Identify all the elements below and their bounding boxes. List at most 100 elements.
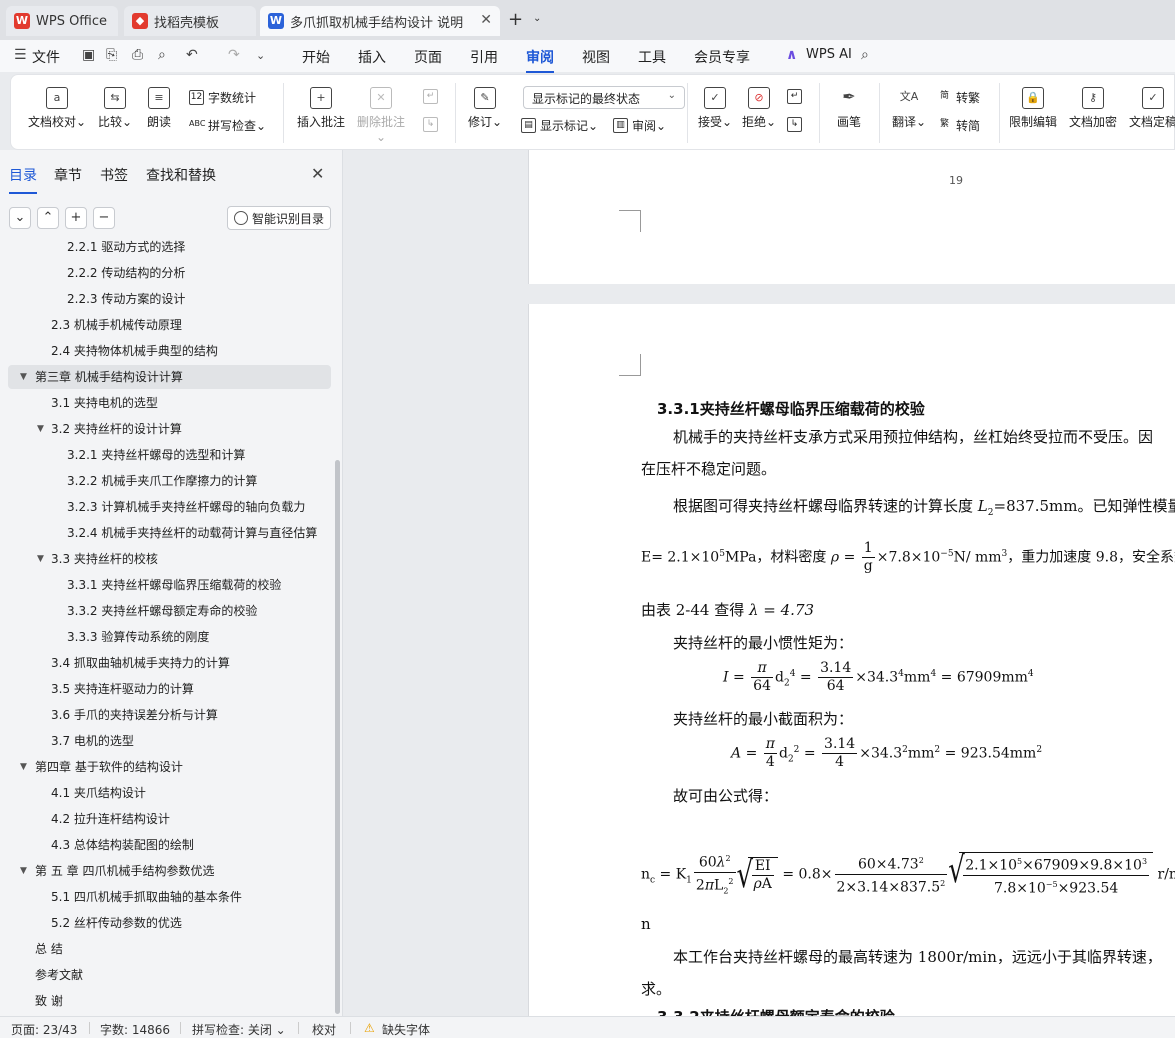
toc-item[interactable]: 3.3.1 夹持丝杆螺母临界压缩载荷的校验: [0, 573, 336, 597]
redo-icon[interactable]: ↷: [228, 47, 240, 63]
tab-document[interactable]: W 多爪抓取机械手结构设计 说明 ✕: [260, 6, 500, 36]
close-icon[interactable]: ✕: [311, 164, 324, 183]
next-change-button[interactable]: ↳: [787, 117, 806, 132]
menu-wps-ai[interactable]: WPS AI: [806, 47, 852, 62]
export-icon[interactable]: ⎘: [106, 47, 117, 63]
next-comment-button[interactable]: ↳: [423, 117, 442, 132]
collapse-arrow-icon[interactable]: ▼: [20, 755, 27, 779]
toc-item[interactable]: 参考文献: [0, 963, 336, 987]
print-preview-icon[interactable]: ⌕: [158, 47, 166, 63]
search-icon[interactable]: ⌕: [861, 47, 869, 63]
menu-insert[interactable]: 插入: [358, 47, 386, 67]
chevron-down-icon[interactable]: ⌄: [533, 13, 541, 24]
toc-item[interactable]: 3.3.2 夹持丝杆螺母额定寿命的校验: [0, 599, 336, 623]
toc-item[interactable]: 3.7 电机的选型: [0, 729, 336, 753]
prev-comment-button[interactable]: ↵: [423, 89, 442, 104]
toc-item[interactable]: 4.2 拉升连杆结构设计: [0, 807, 336, 831]
toc-item[interactable]: ▼ 第四章 基于软件的结构设计: [0, 755, 336, 779]
menu-home[interactable]: 开始: [302, 47, 330, 67]
add-icon[interactable]: +: [65, 207, 87, 229]
toc-item[interactable]: ▼ 第三章 机械手结构设计计算: [8, 365, 331, 389]
toc-item[interactable]: 3.4 抓取曲轴机械手夹持力的计算: [0, 651, 336, 675]
toc-item[interactable]: 3.5 夹持连杆驱动力的计算: [0, 677, 336, 701]
collapse-arrow-icon[interactable]: ▼: [20, 365, 27, 389]
toc-item[interactable]: 致 谢: [0, 989, 336, 1013]
toc-item[interactable]: 5.2 丝杆传动参数的优选: [0, 911, 336, 935]
proof-status[interactable]: 校对: [312, 1021, 336, 1038]
draw-button[interactable]: ✒ 画笔: [829, 87, 869, 130]
missing-font-status[interactable]: 缺失字体: [382, 1021, 430, 1038]
encrypt-button[interactable]: ⚷ 文档加密: [1067, 87, 1119, 130]
toc-item[interactable]: 3.2.1 夹持丝杆螺母的选型和计算: [0, 443, 336, 467]
tab-find-replace[interactable]: 查找和替换: [146, 165, 216, 185]
toc-item[interactable]: 3.2.3 计算机械手夹持丝杆螺母的轴向负载力: [0, 495, 336, 519]
remove-icon[interactable]: −: [93, 207, 115, 229]
collapse-arrow-icon[interactable]: ▼: [20, 859, 27, 883]
chevron-down-icon[interactable]: ⌄: [256, 49, 265, 62]
word-count[interactable]: 字数: 14866: [100, 1021, 170, 1038]
hamburger-icon[interactable]: ☰: [14, 47, 27, 63]
tab-bookmarks[interactable]: 书签: [100, 165, 128, 185]
spell-check-status[interactable]: 拼写检查: 关闭 ⌄: [192, 1021, 286, 1038]
tab-toc[interactable]: 目录: [9, 165, 37, 194]
doc-proof-button[interactable]: a 文档校对⌄: [25, 87, 89, 130]
restrict-edit-button[interactable]: 🔒 限制编辑: [1007, 87, 1059, 130]
toc-item[interactable]: 4.3 总体结构装配图的绘制: [0, 833, 336, 857]
word-count-button[interactable]: 12 字数统计: [189, 89, 256, 106]
page-indicator[interactable]: 页面: 23/43: [11, 1021, 77, 1038]
toc-item[interactable]: 2.4 夹持物体机械手典型的结构: [0, 339, 336, 363]
toc-item[interactable]: 3.2.2 机械手夹爪工作摩擦力的计算: [0, 469, 336, 493]
menu-review[interactable]: 审阅: [526, 47, 554, 73]
finalize-button[interactable]: ✓ 文档定稿: [1127, 87, 1175, 130]
menu-page[interactable]: 页面: [414, 47, 442, 67]
toc-item[interactable]: ▼ 3.3 夹持丝杆的校核: [0, 547, 336, 571]
close-icon[interactable]: ✕: [480, 12, 492, 28]
menu-file[interactable]: 文件: [32, 47, 60, 67]
toc-item[interactable]: 2.2.2 传动结构的分析: [0, 261, 336, 285]
insert-comment-button[interactable]: + 插入批注: [295, 87, 347, 130]
toc-item[interactable]: 3.3.3 验算传动系统的刚度: [0, 625, 336, 649]
collapse-arrow-icon[interactable]: ▼: [37, 417, 44, 441]
to-simplified-button[interactable]: 繁转简: [937, 117, 980, 134]
sidebar-scrollbar[interactable]: [335, 460, 340, 1014]
track-changes-button[interactable]: ✎ 修订⌄: [465, 87, 505, 130]
toc-item[interactable]: 3.2.4 机械手夹持丝杆的动载荷计算与直径估算: [0, 521, 336, 545]
new-tab-icon[interactable]: +: [508, 9, 523, 30]
menu-view[interactable]: 视图: [582, 47, 610, 67]
toc-item[interactable]: ▼ 第 五 章 四爪机械手结构参数优选: [0, 859, 336, 883]
collapse-icon[interactable]: ⌃: [37, 207, 59, 229]
tab-sections[interactable]: 章节: [54, 165, 82, 185]
toc-item[interactable]: 2.2.3 传动方案的设计: [0, 287, 336, 311]
toc-item[interactable]: ▼ 3.2 夹持丝杆的设计计算: [0, 417, 336, 441]
menu-reference[interactable]: 引用: [470, 47, 498, 67]
menu-tools[interactable]: 工具: [638, 47, 666, 67]
expand-icon[interactable]: ⌄: [9, 207, 31, 229]
review-pane-button[interactable]: ▥ 审阅 ⌄: [613, 117, 666, 134]
translate-button[interactable]: 文A 翻译⌄: [887, 87, 931, 130]
reject-button[interactable]: ⊘ 拒绝⌄: [739, 87, 779, 130]
toc-item[interactable]: 2.3 机械手机械传动原理: [0, 313, 336, 337]
save-icon[interactable]: ▣: [82, 47, 95, 63]
undo-icon[interactable]: ↶: [186, 47, 198, 63]
menu-member[interactable]: 会员专享: [694, 47, 750, 67]
tab-wps-office[interactable]: W WPS Office: [6, 6, 118, 36]
document-page[interactable]: 3.3.1夹持丝杆螺母临界压缩载荷的校验 机械手的夹持丝杆支承方式采用预拉伸结构…: [528, 304, 1175, 1016]
delete-comment-button[interactable]: ✕ 删除批注⌄: [355, 87, 407, 144]
smart-toc-button[interactable]: 智能识别目录: [227, 206, 331, 230]
toc-item[interactable]: 总 结: [0, 937, 336, 961]
collapse-arrow-icon[interactable]: ▼: [37, 547, 44, 571]
toc-item[interactable]: 3.6 手爪的夹持误差分析与计算: [0, 703, 336, 727]
read-aloud-button[interactable]: ≡ 朗读: [143, 87, 175, 130]
toc-item[interactable]: 5.1 四爪机械手抓取曲轴的基本条件: [0, 885, 336, 909]
tab-template[interactable]: ◆ 找稻壳模板: [124, 6, 256, 36]
toc-item[interactable]: 3.1 夹持电机的选型: [0, 391, 336, 415]
print-icon[interactable]: ⎙: [132, 47, 143, 63]
toc-item[interactable]: 2.2.1 驱动方式的选择: [0, 238, 336, 259]
show-markup-button[interactable]: ▤ 显示标记 ⌄: [521, 117, 598, 134]
toc-item[interactable]: 4.1 夹爪结构设计: [0, 781, 336, 805]
accept-button[interactable]: ✓ 接受⌄: [695, 87, 735, 130]
prev-change-button[interactable]: ↵: [787, 89, 806, 104]
markup-display-select[interactable]: 显示标记的最终状态 ⌄: [523, 86, 685, 109]
spell-check-button[interactable]: ABC 拼写检查 ⌄: [189, 117, 266, 134]
compare-button[interactable]: ⇆ 比较⌄: [95, 87, 135, 130]
